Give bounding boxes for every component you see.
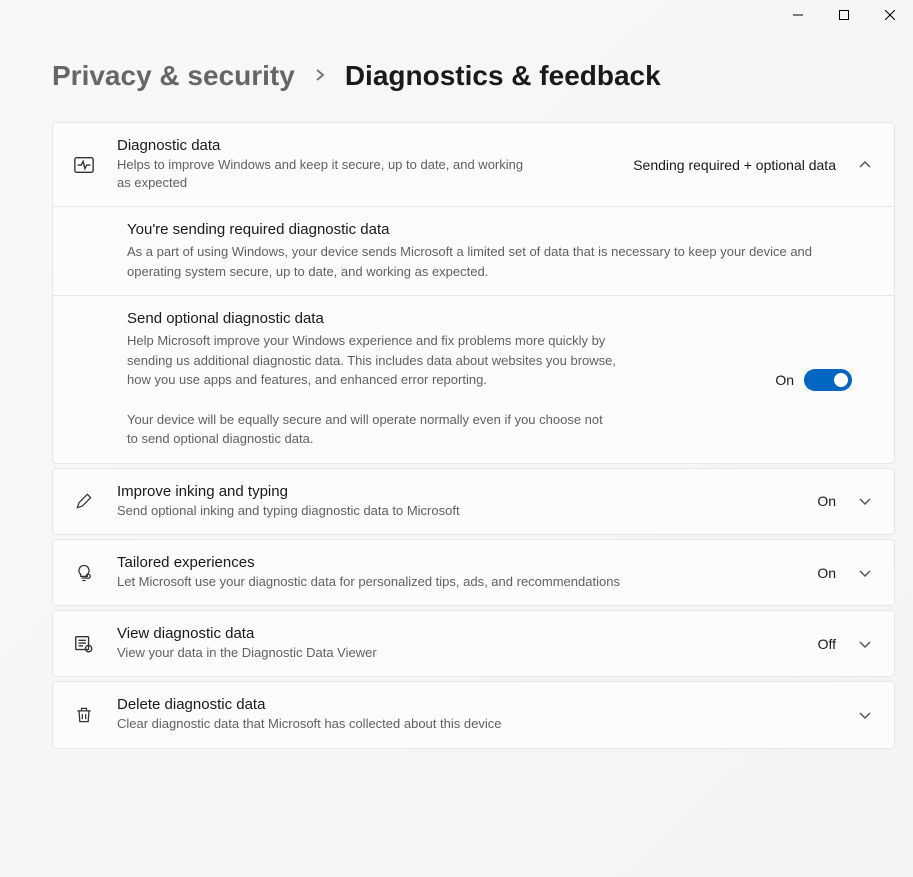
- inking-desc: Send optional inking and typing diagnost…: [117, 502, 737, 520]
- breadcrumb-parent[interactable]: Privacy & security: [52, 60, 295, 92]
- trash-icon: [73, 704, 95, 726]
- activity-icon: [73, 154, 95, 176]
- view-data-card: View diagnostic data View your data in t…: [52, 610, 895, 677]
- tailored-card: Tailored experiences Let Microsoft use y…: [52, 539, 895, 606]
- close-button[interactable]: [867, 0, 913, 30]
- lightbulb-icon: [73, 562, 95, 584]
- data-viewer-icon: [73, 633, 95, 655]
- diagnostic-data-card: Diagnostic data Helps to improve Windows…: [52, 122, 895, 464]
- view-data-desc: View your data in the Diagnostic Data Vi…: [117, 644, 737, 662]
- view-data-title: View diagnostic data: [117, 625, 786, 642]
- chevron-down-icon: [858, 636, 874, 652]
- view-data-header[interactable]: View diagnostic data View your data in t…: [53, 611, 894, 676]
- optional-toggle[interactable]: [804, 369, 852, 391]
- chevron-down-icon: [858, 707, 874, 723]
- delete-data-desc: Clear diagnostic data that Microsoft has…: [117, 715, 737, 733]
- diagnostic-desc: Helps to improve Windows and keep it sec…: [117, 156, 537, 192]
- optional-title: Send optional diagnostic data: [127, 310, 759, 327]
- chevron-up-icon: [858, 157, 874, 173]
- delete-data-card: Delete diagnostic data Clear diagnostic …: [52, 681, 895, 748]
- page-title: Diagnostics & feedback: [345, 60, 661, 92]
- inking-status: On: [817, 493, 836, 509]
- pencil-icon: [73, 490, 95, 512]
- optional-desc: Help Microsoft improve your Windows expe…: [127, 331, 627, 390]
- optional-toggle-label: On: [775, 372, 794, 388]
- required-desc: As a part of using Windows, your device …: [127, 242, 852, 281]
- required-data-section: You're sending required diagnostic data …: [53, 206, 894, 295]
- tailored-title: Tailored experiences: [117, 554, 785, 571]
- diagnostic-data-header[interactable]: Diagnostic data Helps to improve Windows…: [53, 123, 894, 206]
- diagnostic-title: Diagnostic data: [117, 137, 601, 154]
- delete-data-title: Delete diagnostic data: [117, 696, 836, 713]
- tailored-desc: Let Microsoft use your diagnostic data f…: [117, 573, 737, 591]
- inking-header[interactable]: Improve inking and typing Send optional …: [53, 469, 894, 534]
- tailored-header[interactable]: Tailored experiences Let Microsoft use y…: [53, 540, 894, 605]
- diagnostic-status: Sending required + optional data: [633, 157, 836, 173]
- minimize-button[interactable]: [775, 0, 821, 30]
- maximize-button[interactable]: [821, 0, 867, 30]
- inking-card: Improve inking and typing Send optional …: [52, 468, 895, 535]
- window-controls: [0, 0, 913, 40]
- delete-data-header[interactable]: Delete diagnostic data Clear diagnostic …: [53, 682, 894, 747]
- breadcrumb: Privacy & security Diagnostics & feedbac…: [52, 60, 895, 92]
- tailored-status: On: [817, 565, 836, 581]
- view-data-status: Off: [818, 636, 836, 652]
- optional-data-section: Send optional diagnostic data Help Micro…: [53, 295, 894, 463]
- inking-title: Improve inking and typing: [117, 483, 785, 500]
- chevron-right-icon: [315, 66, 325, 87]
- chevron-down-icon: [858, 565, 874, 581]
- required-title: You're sending required diagnostic data: [127, 221, 852, 238]
- optional-note: Your device will be equally secure and w…: [127, 410, 607, 449]
- chevron-down-icon: [858, 493, 874, 509]
